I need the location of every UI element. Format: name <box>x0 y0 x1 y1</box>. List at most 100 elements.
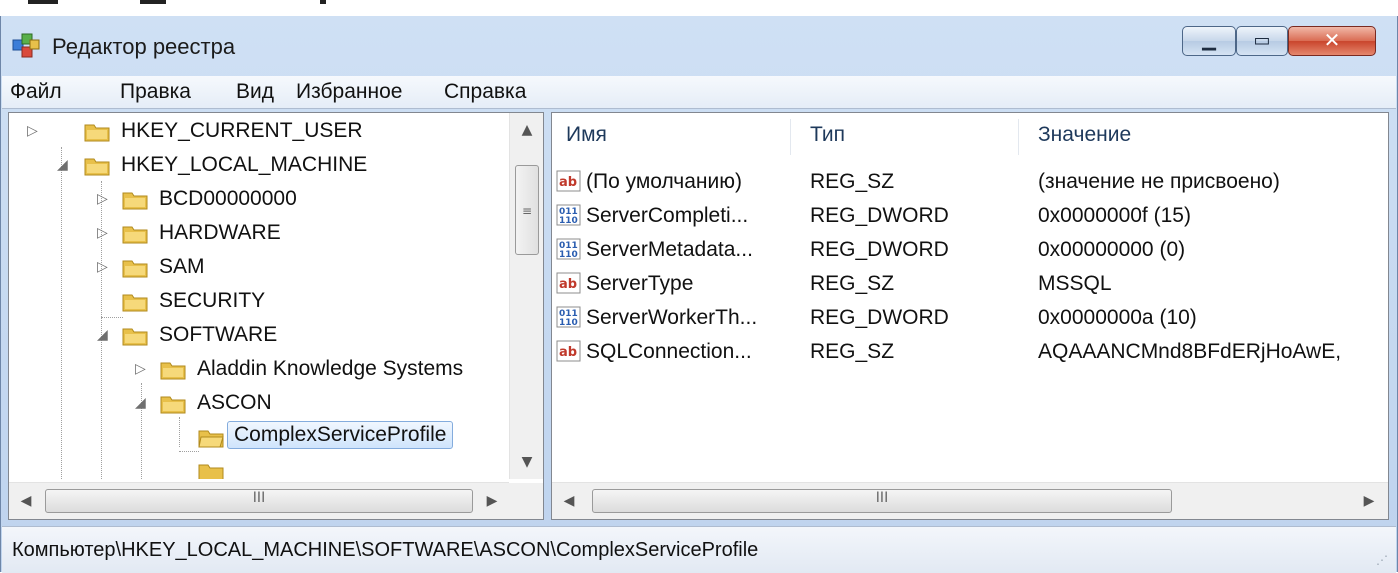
svg-text:110: 110 <box>559 318 578 328</box>
tree-item-label: HKEY_LOCAL_MACHINE <box>121 153 368 176</box>
string-value-icon: ab <box>556 170 581 192</box>
tree-item-software[interactable]: ◢ SOFTWARE <box>9 319 509 353</box>
column-header-name[interactable]: Имя <box>566 123 607 147</box>
collapse-icon[interactable]: ◢ <box>57 157 68 173</box>
scroll-thumb[interactable]: III <box>45 489 473 513</box>
scroll-down-button[interactable]: ▼ <box>510 445 543 479</box>
folder-icon <box>122 226 148 244</box>
tree-item-complexserviceprofile[interactable]: ComplexServiceProfile <box>9 421 509 455</box>
scroll-left-button[interactable]: ◀ <box>9 483 43 519</box>
tree-item-bcd00000000[interactable]: ▷ BCD00000000 <box>9 183 509 217</box>
background-strip <box>0 0 1398 16</box>
column-header-type[interactable]: Тип <box>810 123 845 147</box>
expand-icon[interactable]: ▷ <box>97 191 108 207</box>
resize-grip-icon[interactable]: ⋰ <box>1376 553 1388 567</box>
expand-icon[interactable]: ▷ <box>97 259 108 275</box>
expand-icon[interactable]: ▷ <box>135 361 146 377</box>
tree-item-label: Aladdin Knowledge Systems <box>197 357 464 380</box>
scroll-right-button[interactable]: ▶ <box>1352 483 1386 519</box>
folder-icon <box>122 192 148 210</box>
grip-icon: III <box>875 490 889 506</box>
value-data: 0x0000000a (10) <box>1038 306 1197 329</box>
scroll-thumb[interactable]: ≡ <box>515 165 539 255</box>
maximize-button[interactable]: ▭ <box>1236 26 1288 56</box>
minimize-button[interactable]: ▁ <box>1182 26 1236 56</box>
scrollbar-corner <box>509 483 543 519</box>
tree-vertical-scrollbar[interactable]: ▲ ≡ ▼ <box>509 113 543 479</box>
tree-item-ascon[interactable]: ◢ ASCON <box>9 387 509 421</box>
tree-item-hkey-current-user[interactable]: ▷ HKEY_CURRENT_USER <box>9 115 509 149</box>
tree-item-security[interactable]: SECURITY <box>9 285 509 319</box>
value-name: ServerCompleti... <box>586 204 749 227</box>
string-value-icon: ab <box>556 340 581 362</box>
tree-item-label: SECURITY <box>159 289 266 312</box>
svg-text:ab: ab <box>559 175 577 190</box>
tree-item-sam[interactable]: ▷ SAM <box>9 251 509 285</box>
tree-item-label: HARDWARE <box>159 221 281 244</box>
svg-text:ab: ab <box>559 345 577 360</box>
tree-horizontal-scrollbar[interactable]: ◀ III ▶ <box>9 482 509 519</box>
status-bar: Компьютер\HKEY_LOCAL_MACHINE\SOFTWARE\AS… <box>2 526 1396 573</box>
value-type: REG_SZ <box>810 340 895 363</box>
tree-item-hkey-local-machine[interactable]: ◢ HKEY_LOCAL_MACHINE <box>9 149 509 183</box>
value-data: AQAAANCMnd8BFdERjHoAwE, <box>1038 340 1342 363</box>
list-horizontal-scrollbar[interactable]: ◀ III ▶ <box>552 482 1388 519</box>
value-data: (значение не присвоено) <box>1038 170 1280 193</box>
value-row[interactable]: 011 110 ServerCompleti... REG_DWORD 0x000… <box>552 199 1388 233</box>
folder-icon <box>160 362 186 380</box>
value-row[interactable]: 011 110 ServerMetadata... REG_DWORD 0x000… <box>552 233 1388 267</box>
value-type: REG_SZ <box>810 272 895 295</box>
value-data: 0x0000000f (15) <box>1038 204 1191 227</box>
value-type: REG_DWORD <box>810 204 949 227</box>
scroll-up-button[interactable]: ▲ <box>510 113 543 147</box>
folder-icon <box>160 396 186 414</box>
value-row[interactable]: ab (По умолчанию) REG_SZ (значение не пр… <box>552 165 1388 199</box>
column-separator[interactable] <box>790 119 791 155</box>
grip-icon: ≡ <box>522 204 533 218</box>
string-value-icon: ab <box>556 272 581 294</box>
value-type: REG_SZ <box>810 170 895 193</box>
tree-item-hardware[interactable]: ▷ HARDWARE <box>9 217 509 251</box>
menu-favorites[interactable]: Избранное <box>290 80 408 104</box>
tree-item-aladdin-knowledge-systems[interactable]: ▷ Aladdin Knowledge Systems <box>9 353 509 387</box>
menu-file[interactable]: Файл <box>4 80 68 104</box>
value-type: REG_DWORD <box>810 306 949 329</box>
folder-icon <box>122 260 148 278</box>
background-mark <box>320 0 326 4</box>
column-separator[interactable] <box>1018 119 1019 155</box>
tree-item-label: ASCON <box>197 391 272 414</box>
collapse-icon[interactable]: ◢ <box>135 395 146 411</box>
background-mark <box>28 0 58 4</box>
minimize-icon: ▁ <box>1202 30 1216 51</box>
value-type: REG_DWORD <box>810 238 949 261</box>
title-bar[interactable]: Редактор реестра ▁ ▭ ✕ <box>0 16 1398 76</box>
folder-icon <box>84 158 110 176</box>
expand-icon[interactable]: ▷ <box>97 225 108 241</box>
value-name: (По умолчанию) <box>586 170 743 193</box>
values-list-panel[interactable]: Имя Тип Значение ab (По умолчанию) REG_S… <box>551 112 1389 520</box>
value-name: ServerType <box>586 272 694 295</box>
background-mark <box>140 0 166 4</box>
folder-icon <box>84 124 110 142</box>
expand-icon[interactable]: ▷ <box>27 123 38 139</box>
tree-item-label: SOFTWARE <box>159 323 278 346</box>
maximize-icon: ▭ <box>1253 30 1271 51</box>
menu-help[interactable]: Справка <box>438 80 532 104</box>
tree-item-label: BCD00000000 <box>159 187 297 210</box>
menu-edit[interactable]: Правка <box>114 80 197 104</box>
scroll-right-button[interactable]: ▶ <box>475 483 509 519</box>
value-row[interactable]: ab SQLConnection... REG_SZ AQAAANCMnd8BF… <box>552 335 1388 369</box>
key-tree-panel[interactable]: ▷ HKEY_CURRENT_USER ◢ HKEY_LOCAL_MACHINE… <box>8 112 544 520</box>
value-row[interactable]: 011 110 ServerWorkerTh... REG_DWORD 0x000… <box>552 301 1388 335</box>
collapse-icon[interactable]: ◢ <box>97 327 108 343</box>
value-row[interactable]: ab ServerType REG_SZ MSSQL <box>552 267 1388 301</box>
close-button[interactable]: ✕ <box>1288 26 1376 56</box>
scroll-left-button[interactable]: ◀ <box>552 483 586 519</box>
menu-view[interactable]: Вид <box>230 80 280 104</box>
column-header-value[interactable]: Значение <box>1038 123 1131 147</box>
svg-text:110: 110 <box>559 216 578 226</box>
folder-icon <box>198 464 224 479</box>
menu-bar: Файл Правка Вид Избранное Справка <box>2 76 1396 109</box>
tree-item-label: HKEY_CURRENT_USER <box>121 119 363 142</box>
scroll-thumb[interactable]: III <box>592 489 1172 513</box>
